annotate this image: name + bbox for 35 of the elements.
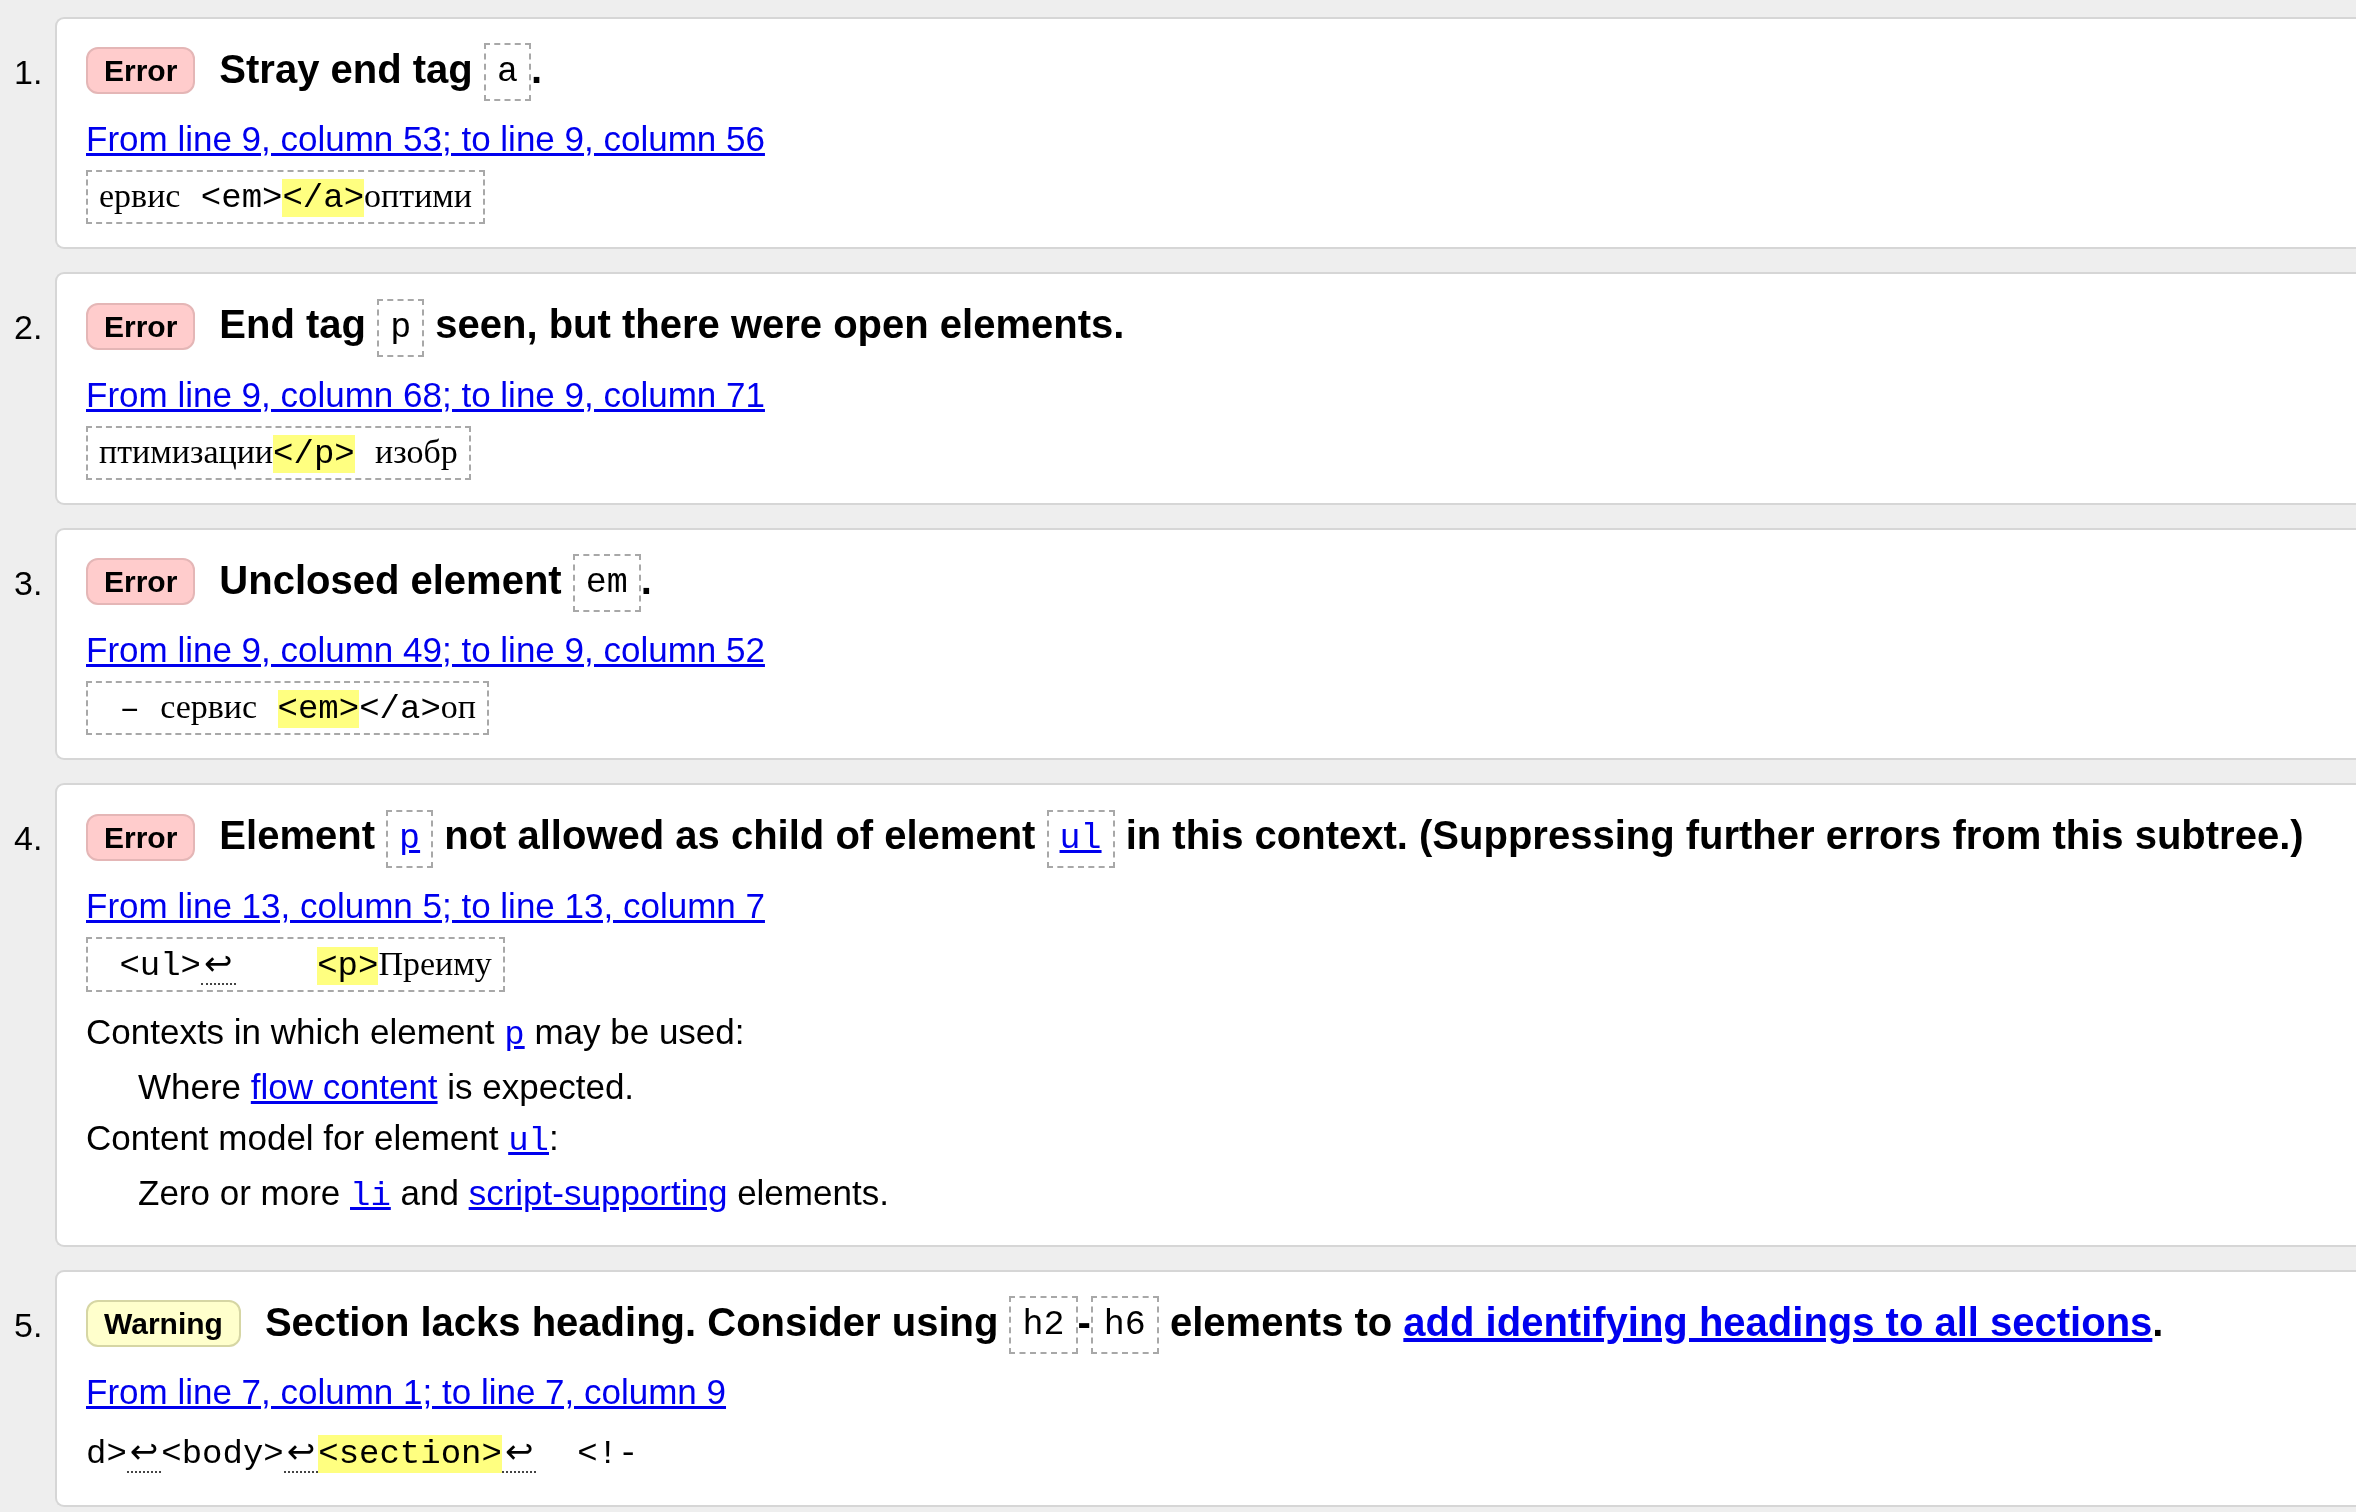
item-number: 5.	[13, 1304, 43, 1346]
location-link[interactable]: From line 9, column 68; to line 9, column 71	[86, 374, 765, 415]
help-link[interactable]: flow content	[250, 1066, 438, 1106]
item-number: 2.	[13, 307, 43, 349]
message-title: Stray end tag a .	[219, 40, 542, 102]
severity-tag: Error	[86, 302, 196, 350]
source-extract: <ul>↩ <p>Преиму	[86, 936, 505, 992]
location-link[interactable]: From line 7, column 1; to line 7, column 9	[86, 1372, 726, 1413]
severity-tag: Error	[86, 558, 196, 606]
severity-tag: Warning	[86, 1299, 241, 1347]
item-number: 1.	[13, 52, 43, 93]
source-extract: – сервис <em></a>оп	[86, 681, 489, 736]
severity-tag: Error	[86, 813, 196, 861]
severity-tag: Error	[86, 47, 196, 95]
location-link[interactable]: From line 13, column 5; to line 13, column 7	[86, 885, 765, 926]
source-extract: птимизации</p> изобр	[86, 425, 471, 480]
location-link[interactable]: From line 9, column 53; to line 9, column 56	[86, 119, 765, 160]
source-extract: d>↩<body>↩<section>↩ <!-	[86, 1430, 639, 1476]
help-link[interactable]: script-supporting	[468, 1172, 728, 1212]
detail-text: Content model for element ul:	[86, 1116, 560, 1162]
detail-text: Where flow content is expected.	[138, 1065, 636, 1108]
message-title: Section lacks heading. Consider using h2 - h6 elements to add identifying headings to all sections.	[264, 1292, 2164, 1355]
element-link[interactable]: li	[350, 1176, 391, 1215]
detail-text: Contexts in which element p may be used:	[86, 1010, 746, 1056]
message-title: End tag p seen, but there were open elements.	[219, 295, 1125, 357]
help-link[interactable]: add identifying headings to all sections	[1403, 1299, 2153, 1344]
message-title: Element p not allowed as child of element ul in this context. (Suppressing further errors from this subtree.)	[219, 806, 2304, 868]
message-title: Unclosed element em .	[219, 550, 652, 613]
location-link[interactable]: From line 9, column 49; to line 9, column 52	[86, 630, 765, 671]
element-link[interactable]: ul	[508, 1121, 549, 1160]
detail-text: Zero or more li and script-supporting elements.	[138, 1171, 890, 1217]
source-extract: ервис <em></a>оптими	[86, 170, 486, 225]
element-link[interactable]: p	[504, 1015, 525, 1054]
item-number: 3.	[13, 562, 43, 604]
item-number: 4.	[13, 818, 43, 860]
